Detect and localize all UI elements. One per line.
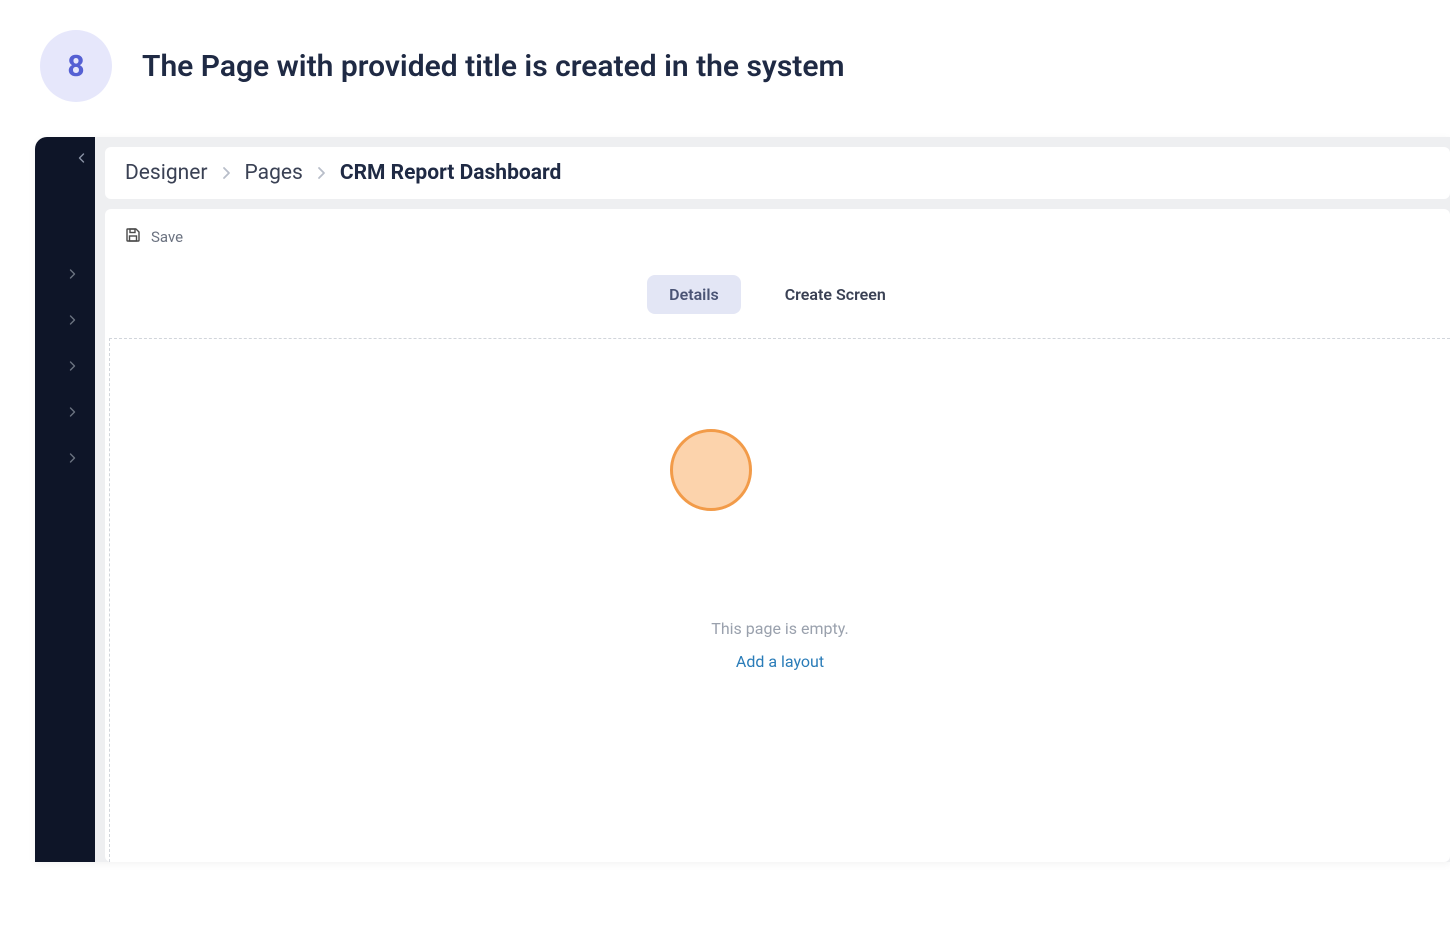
chevron-left-icon: [77, 148, 87, 167]
save-button-label: Save: [151, 228, 183, 246]
step-number: 8: [67, 49, 84, 84]
content-panel: Save Details Create Screen This page is …: [105, 209, 1450, 862]
step-number-badge: 8: [40, 30, 112, 102]
save-button[interactable]: Save: [125, 227, 183, 247]
tab-create-screen[interactable]: Create Screen: [763, 275, 908, 314]
breadcrumb-link-designer[interactable]: Designer: [125, 161, 208, 185]
page-container: 8 The Page with provided title is create…: [0, 0, 1450, 952]
sidebar-collapse-button[interactable]: [35, 145, 95, 169]
highlight-annotation: [670, 429, 752, 511]
chevron-right-icon: [222, 166, 231, 180]
empty-state-message: This page is empty.: [711, 619, 848, 638]
add-layout-link[interactable]: Add a layout: [711, 652, 848, 671]
breadcrumb: Designer Pages CRM Report Dashboard: [105, 147, 1450, 199]
breadcrumb-link-pages[interactable]: Pages: [245, 161, 303, 185]
sidebar: [35, 137, 95, 862]
step-title: The Page with provided title is created …: [142, 49, 845, 84]
toolbar: Save: [105, 227, 1450, 265]
chevron-right-icon: [67, 310, 77, 329]
main-area: Designer Pages CRM Report Dashboard: [95, 137, 1450, 862]
sidebar-item-5[interactable]: [35, 448, 95, 466]
chevron-right-icon: [67, 356, 77, 375]
chevron-right-icon: [67, 448, 77, 467]
chevron-right-icon: [67, 264, 77, 283]
sidebar-items: [35, 264, 95, 466]
tabs: Details Create Screen: [105, 265, 1450, 338]
tab-label: Details: [669, 285, 719, 304]
sidebar-item-2[interactable]: [35, 310, 95, 328]
breadcrumb-current: CRM Report Dashboard: [340, 161, 561, 185]
tab-label: Create Screen: [785, 285, 886, 304]
chevron-right-icon: [67, 402, 77, 421]
sidebar-item-3[interactable]: [35, 356, 95, 374]
empty-state: This page is empty. Add a layout: [711, 619, 848, 671]
app-frame: Designer Pages CRM Report Dashboard: [35, 137, 1450, 862]
canvas-area[interactable]: This page is empty. Add a layout: [109, 338, 1450, 862]
chevron-right-icon: [317, 166, 326, 180]
sidebar-item-4[interactable]: [35, 402, 95, 420]
sidebar-item-1[interactable]: [35, 264, 95, 282]
tab-details[interactable]: Details: [647, 275, 741, 314]
save-icon: [125, 227, 141, 247]
step-header: 8 The Page with provided title is create…: [0, 30, 1450, 137]
